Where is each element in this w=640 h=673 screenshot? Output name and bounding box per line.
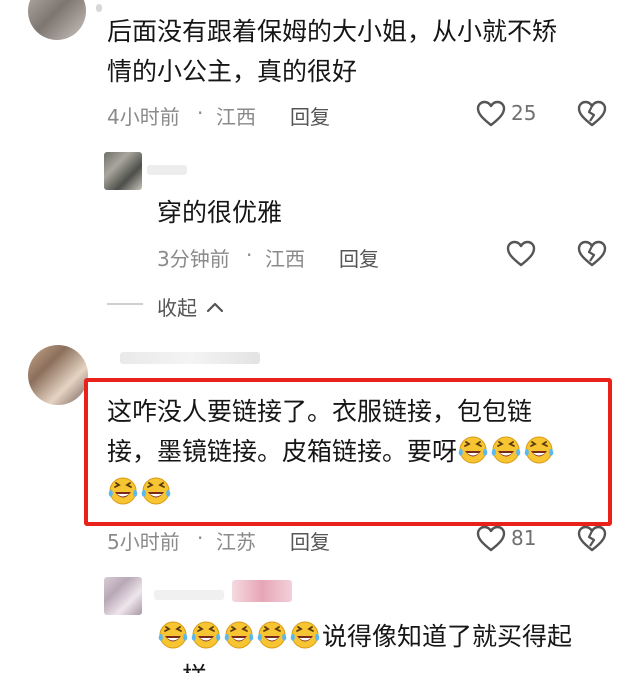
blurred-username: [154, 590, 224, 600]
blurred-username: [147, 165, 187, 175]
like-count: 81: [511, 526, 537, 550]
blurred-username: [120, 352, 260, 364]
heart-icon[interactable]: [476, 525, 506, 557]
reply-button[interactable]: 回复: [290, 526, 330, 555]
laugh-cry-emoji-icon: [224, 621, 254, 649]
reply-button[interactable]: 回复: [339, 243, 379, 272]
comment-text: 情的小公主，真的很好: [107, 57, 358, 86]
broken-heart-icon[interactable]: [577, 525, 607, 557]
heart-icon[interactable]: [476, 100, 506, 132]
laugh-cry-emoji-group: [157, 621, 322, 651]
like-count: 25: [511, 101, 537, 125]
comment-text: 后面没有跟着保姆的大小姐，从小就不矫: [107, 17, 558, 46]
comment-text-with-emoji: 说得像知道了就买得起: [157, 617, 572, 657]
meta-separator: ·: [197, 101, 204, 125]
laugh-cry-emoji-icon: [257, 621, 287, 649]
collapse-label: 收起: [157, 296, 197, 320]
comment-location: 江苏: [216, 530, 256, 554]
avatar[interactable]: [104, 152, 142, 190]
avatar[interactable]: [28, 345, 88, 405]
comment-text: …样: [157, 657, 207, 673]
comment-location: 江西: [216, 105, 256, 129]
comment-location: 江西: [265, 247, 305, 271]
comment-time: 3分钟前: [157, 247, 230, 271]
blurred-username: [232, 580, 292, 602]
chevron-up-icon: [207, 302, 224, 313]
avatar[interactable]: [104, 577, 142, 615]
comment-time: 5小时前: [107, 530, 180, 554]
collapse-divider: [107, 303, 143, 305]
meta-separator: ·: [246, 243, 253, 267]
laugh-cry-emoji-icon: [158, 621, 188, 649]
reply-button[interactable]: 回复: [290, 101, 330, 130]
comment-text: 穿的很优雅: [157, 198, 283, 227]
broken-heart-icon[interactable]: [577, 100, 607, 132]
laugh-cry-emoji-icon: [290, 621, 320, 649]
meta-separator: ·: [197, 526, 204, 550]
broken-heart-icon[interactable]: [577, 240, 607, 272]
comment-text: 说得像知道了就买得起: [322, 622, 573, 651]
blurred-username: [96, 4, 102, 12]
comment-time: 4小时前: [107, 105, 180, 129]
collapse-button[interactable]: 收起: [157, 292, 225, 321]
laugh-cry-emoji-icon: [191, 621, 221, 649]
highlight-box: [84, 378, 612, 526]
heart-icon[interactable]: [506, 240, 536, 272]
avatar[interactable]: [28, 0, 86, 40]
